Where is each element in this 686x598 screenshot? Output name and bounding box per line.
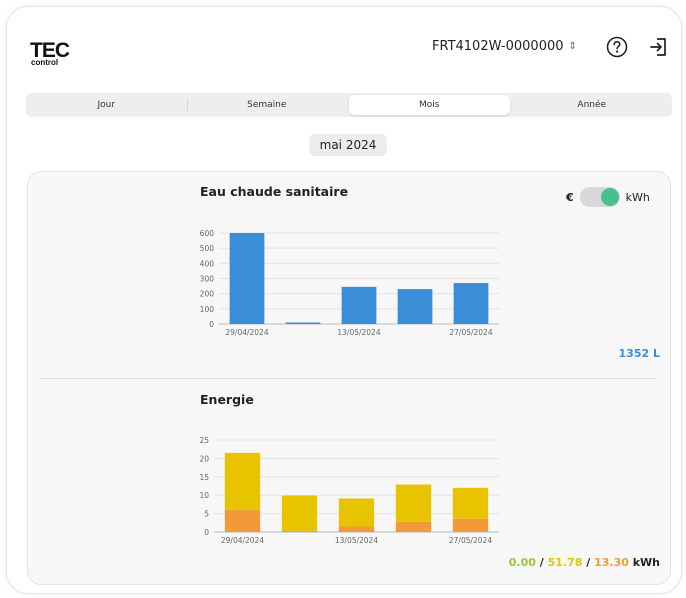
energy-unit: kWh <box>628 556 660 569</box>
energy-bar-segment <box>452 487 489 519</box>
y-tick-label: 0 <box>204 528 209 537</box>
energy-bar-segment <box>395 484 432 522</box>
energy-bar-segment <box>395 521 432 532</box>
energy-bar-segment <box>281 530 318 532</box>
energy-total-b: 51.78 <box>547 556 583 569</box>
y-tick-label: 5 <box>204 510 209 519</box>
y-tick-label: 15 <box>199 473 209 482</box>
x-tick-label: 27/05/2024 <box>449 536 492 545</box>
energy-bar-chart: 0 5 10 15 20 25 29/04/2024 13/05/2024 27/05/2024 <box>199 436 499 545</box>
energy-total-c: 13.30 <box>594 556 629 569</box>
energy-bar-segment <box>452 518 489 532</box>
x-tick-label: 29/04/2024 <box>221 536 264 545</box>
energy-total: 0.00 / 51.78 / 13.30 kWh <box>509 556 660 569</box>
y-tick-label: 10 <box>199 491 209 500</box>
energy-sep-1: / <box>535 556 548 569</box>
energy-total-a: 0.00 <box>508 556 536 569</box>
energy-bar-segment <box>224 452 261 510</box>
x-tick-label: 13/05/2024 <box>335 536 378 545</box>
energy-bar-segment <box>281 495 318 531</box>
y-tick-label: 20 <box>199 454 209 463</box>
energy-bar-segment <box>224 509 261 532</box>
y-tick-label: 25 <box>199 436 209 445</box>
energy-sep-2: / <box>582 556 595 569</box>
energy-bar-segment <box>338 526 375 532</box>
energy-bar-segment <box>338 498 375 527</box>
